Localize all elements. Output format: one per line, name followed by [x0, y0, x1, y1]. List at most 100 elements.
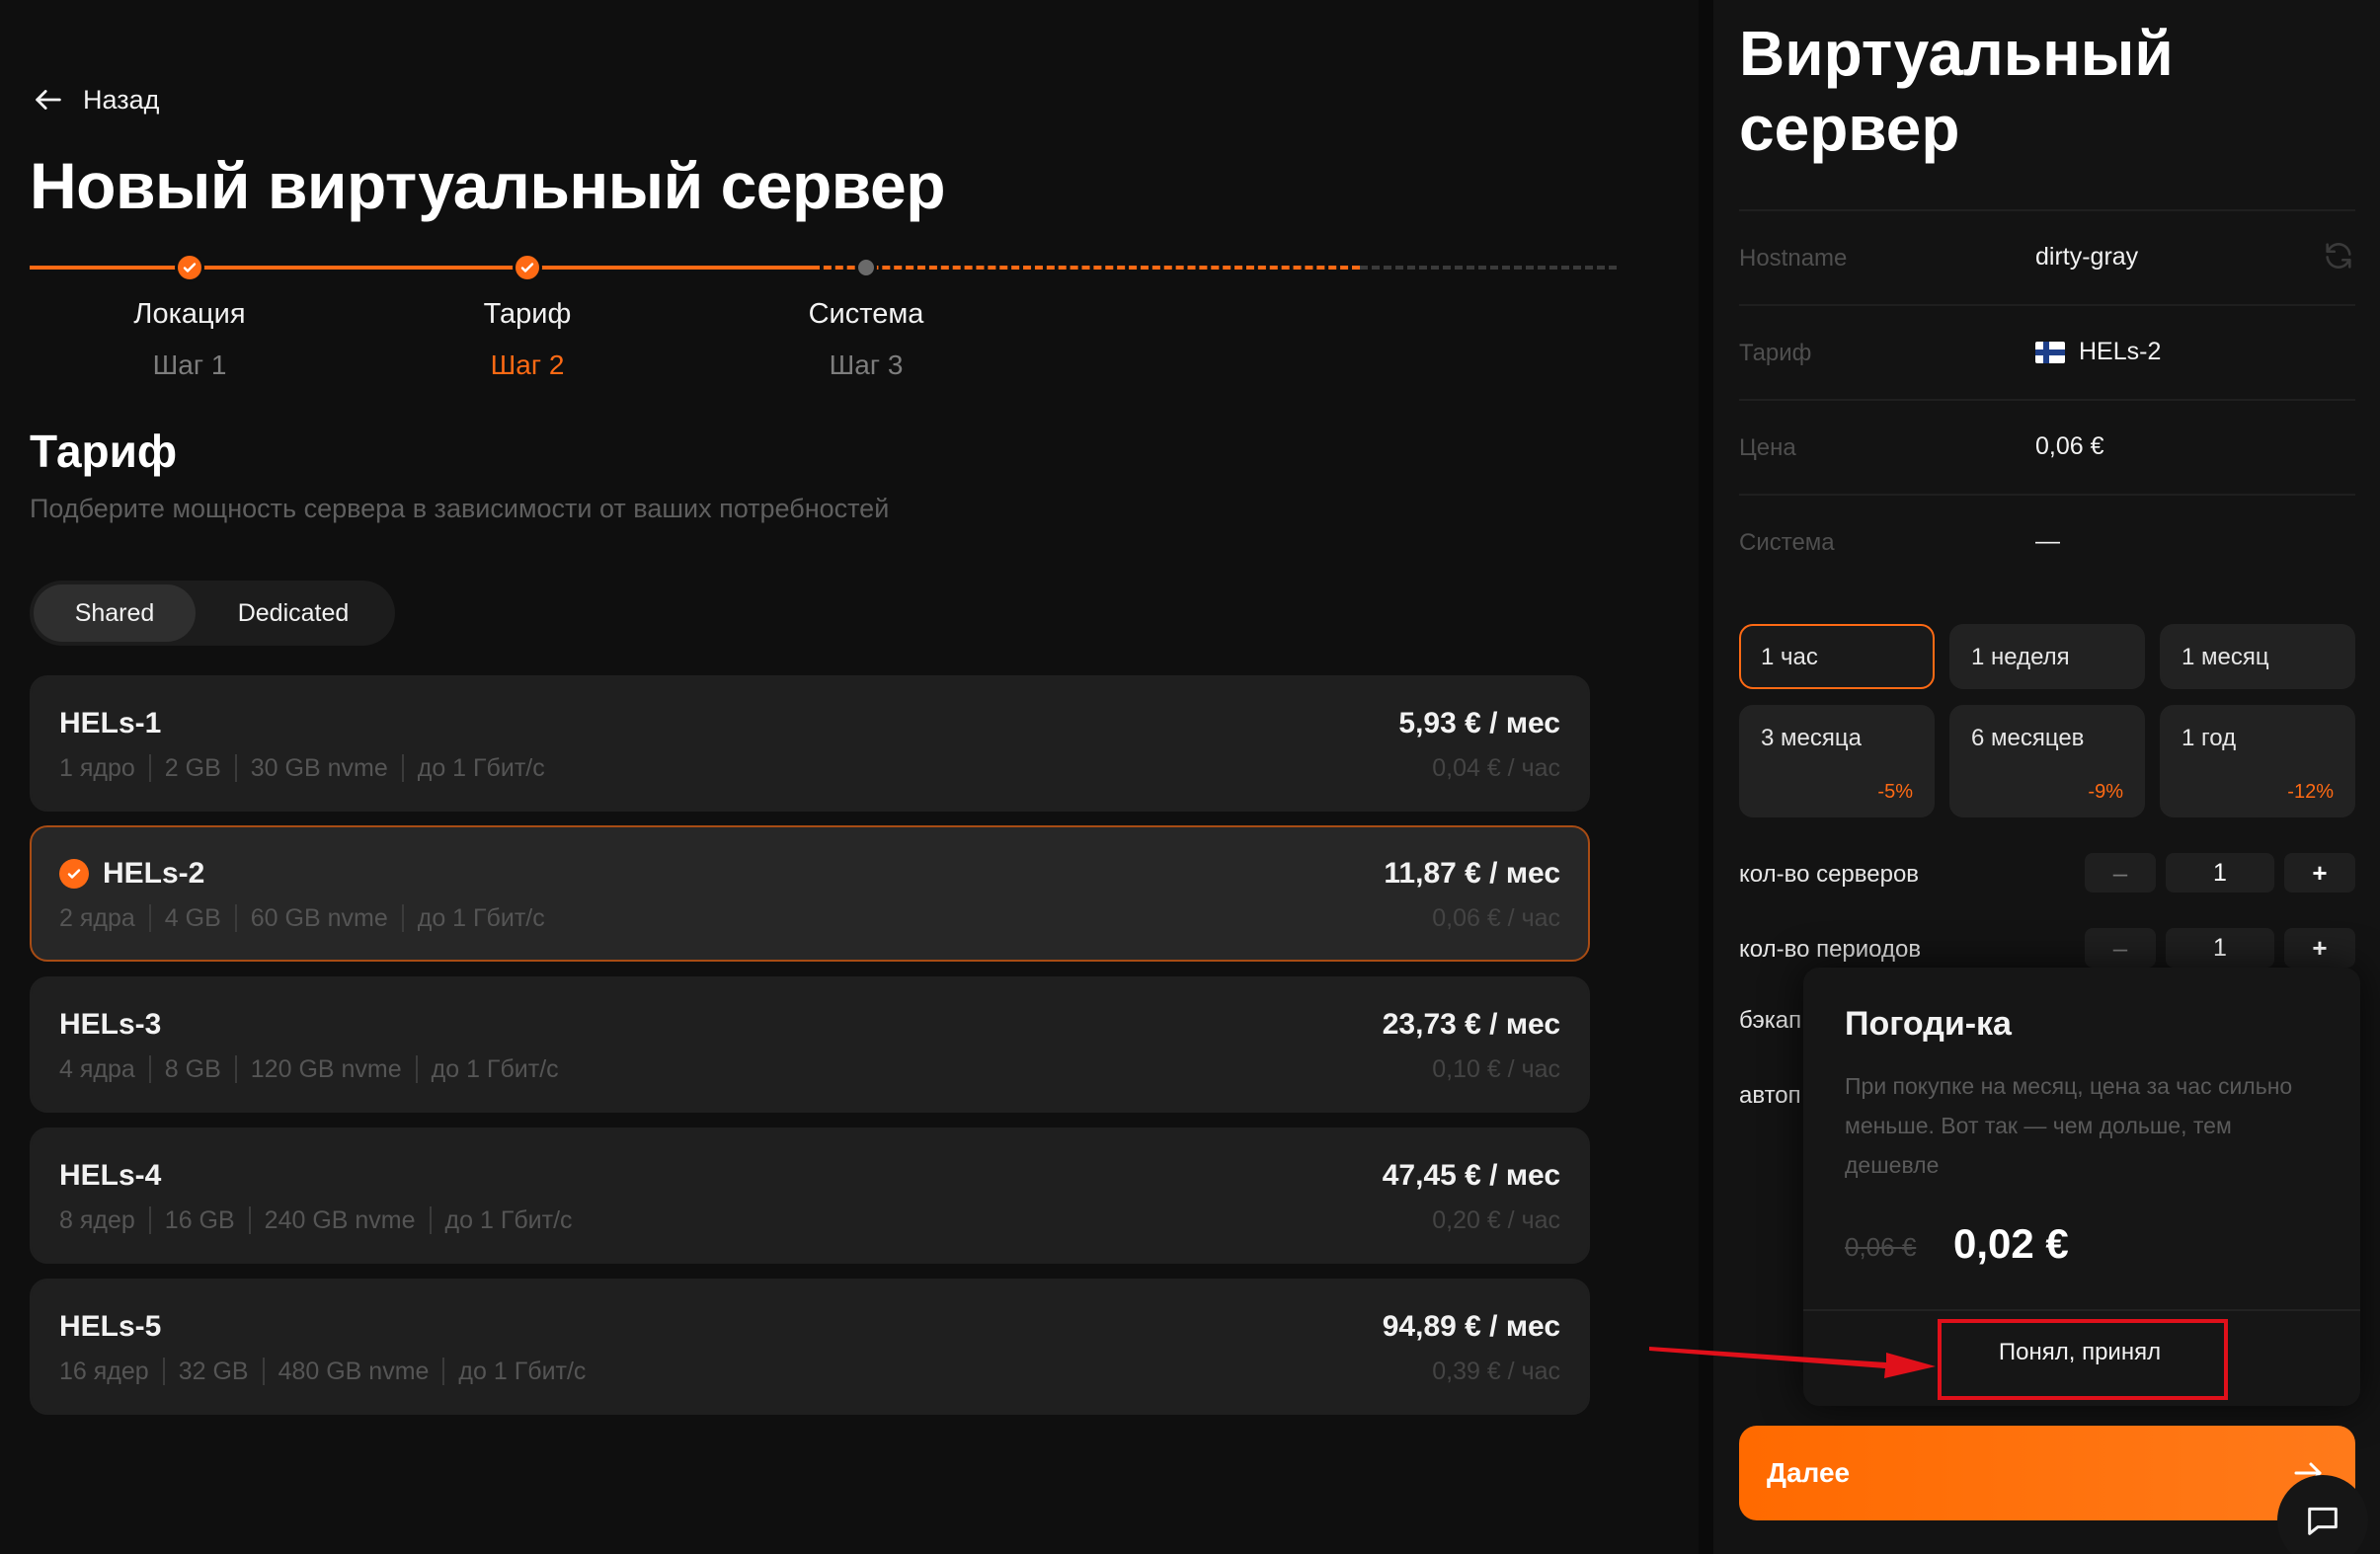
plan-hour-price: 0,06 € / час — [1432, 904, 1560, 932]
plan-cpu: 8 ядер — [59, 1206, 135, 1234]
plan-hour-price: 0,20 € / час — [1432, 1206, 1560, 1234]
page-title: Новый виртуальный сервер — [30, 149, 946, 222]
period-1-hour[interactable]: 1 час — [1739, 624, 1935, 689]
period-discount: -5% — [1877, 781, 1913, 803]
servers-minus-button[interactable]: – — [2085, 853, 2156, 893]
plan-ram: 16 GB — [148, 1206, 249, 1234]
plan-net: до 1 Гбит/с — [442, 1358, 599, 1385]
finland-flag-icon — [2035, 341, 2065, 363]
plan-cpu: 1 ядро — [59, 754, 135, 782]
servers-plus-button[interactable]: + — [2284, 853, 2355, 893]
row-value: — — [2035, 527, 2060, 555]
main-content: Назад Новый виртуальный сервер Локация Ш… — [0, 0, 1699, 1554]
plan-disk: 480 GB nvme — [262, 1358, 443, 1385]
period-1-year[interactable]: 1 год -12% — [2160, 705, 2355, 817]
popup-text: При покупке на месяц, цена за час сильно… — [1845, 1073, 2293, 1178]
period-label: 1 месяц — [2182, 644, 2269, 670]
tariff-subtitle: Подберите мощность сервера в зависимости… — [30, 494, 890, 523]
plan-ram: 4 GB — [148, 904, 235, 932]
plan-hour-price: 0,04 € / час — [1432, 754, 1560, 782]
period-discount: -9% — [2088, 781, 2123, 803]
period-label: 6 месяцев — [1971, 725, 2085, 751]
plan-disk: 60 GB nvme — [234, 904, 402, 932]
periods-minus-button[interactable]: – — [2085, 928, 2156, 968]
periods-count-input[interactable]: 1 — [2166, 928, 2274, 968]
plan-cpu: 4 ядра — [59, 1055, 135, 1083]
period-1-week[interactable]: 1 неделя — [1949, 624, 2145, 689]
step-2-label: Тариф — [483, 298, 572, 330]
period-label: 1 неделя — [1971, 644, 2070, 670]
plan-name: HELs-3 — [59, 1008, 162, 1041]
servers-count-input[interactable]: 1 — [2166, 853, 2274, 893]
stepper: Локация Шаг 1 Тариф Шаг 2 Система Шаг 3 — [30, 237, 1617, 395]
plan-name: HELs-2 — [103, 857, 205, 890]
plan-card-hels-2[interactable]: HELs-2 2 ядра 4 GB 60 GB nvme до 1 Гбит/… — [30, 825, 1590, 962]
servers-label: кол-во серверов — [1739, 861, 1920, 888]
plan-ram: 32 GB — [162, 1358, 263, 1385]
popup-new-price: 0,02 € — [1953, 1220, 2069, 1267]
plan-cpu: 2 ядра — [59, 904, 135, 932]
toggle-dedicated[interactable]: Dedicated — [196, 584, 391, 642]
plan-disk: 120 GB nvme — [234, 1055, 416, 1083]
plan-net: до 1 Гбит/с — [401, 904, 559, 932]
selected-check-icon — [59, 859, 89, 889]
stepper-line-pending — [1360, 266, 1617, 270]
plan-hour-price: 0,10 € / час — [1432, 1055, 1560, 1083]
step-2-sub: Шаг 2 — [490, 350, 565, 380]
period-label: 1 год — [2182, 725, 2237, 751]
plan-card-hels-5[interactable]: HELs-5 16 ядер 32 GB 480 GB nvme до 1 Гб… — [30, 1279, 1590, 1415]
periods-plus-button[interactable]: + — [2284, 928, 2355, 968]
popup-old-price: 0,06 € — [1845, 1232, 1917, 1262]
row-key: Цена — [1739, 434, 1796, 461]
plan-cpu: 16 ядер — [59, 1358, 149, 1385]
chat-icon — [2308, 1507, 2338, 1535]
refresh-icon[interactable] — [2322, 239, 2355, 272]
plan-price: 94,89 € / мес — [1382, 1310, 1560, 1343]
tariff-title: Тариф — [30, 426, 178, 477]
period-discount: -12% — [2287, 781, 2334, 803]
periods-counter: кол-во периодов – 1 + — [1739, 928, 2355, 971]
summary-row-system: Система — — [1739, 494, 2355, 588]
step-3-label: Система — [808, 298, 924, 330]
plan-net: до 1 Гбит/с — [429, 1206, 587, 1234]
plan-disk: 240 GB nvme — [248, 1206, 430, 1234]
plan-price: 23,73 € / мес — [1382, 1008, 1560, 1041]
next-label: Далее — [1767, 1457, 1851, 1488]
plan-price: 11,87 € / мес — [1384, 857, 1560, 890]
plan-net: до 1 Гбит/с — [415, 1055, 573, 1083]
plan-disk: 30 GB nvme — [234, 754, 402, 782]
plan-card-hels-4[interactable]: HELs-4 8 ядер 16 GB 240 GB nvme до 1 Гби… — [30, 1127, 1590, 1264]
period-1-month[interactable]: 1 месяц — [2160, 624, 2355, 689]
period-6-months[interactable]: 6 месяцев -9% — [1949, 705, 2145, 817]
backup-label: бэкап — [1739, 1007, 1802, 1034]
plan-type-toggle: Shared Dedicated — [30, 581, 395, 646]
panel-divider — [1699, 0, 1713, 1554]
row-key: Hostname — [1739, 245, 1848, 272]
back-label: Назад — [83, 84, 160, 115]
plan-net: до 1 Гбит/с — [401, 754, 559, 782]
plan-card-hels-3[interactable]: HELs-3 4 ядра 8 GB 120 GB nvme до 1 Гбит… — [30, 976, 1590, 1113]
plan-name: HELs-1 — [59, 707, 162, 739]
plan-price: 47,45 € / мес — [1382, 1159, 1560, 1192]
servers-counter: кол-во серверов – 1 + — [1739, 853, 2355, 896]
next-button[interactable]: Далее — [1739, 1426, 2355, 1520]
row-value: dirty-gray — [2035, 243, 2139, 271]
row-value: HELs-2 — [2079, 338, 2162, 365]
plan-name: HELs-4 — [59, 1159, 162, 1192]
period-3-months[interactable]: 3 месяца -5% — [1739, 705, 1935, 817]
toggle-shared[interactable]: Shared — [34, 584, 196, 642]
row-value: 0,06 € — [2035, 432, 2104, 460]
period-label: 1 час — [1761, 644, 1818, 670]
plan-price: 5,93 € / мес — [1398, 707, 1560, 739]
step-2-check-icon — [513, 253, 542, 282]
summary-row-price: Цена 0,06 € — [1739, 399, 2355, 494]
row-key: Система — [1739, 529, 1835, 556]
step-1-label: Локация — [133, 298, 246, 330]
annotation-arrow-icon — [1649, 1347, 1936, 1378]
step-1-check-icon — [175, 253, 204, 282]
plan-card-hels-1[interactable]: HELs-1 1 ядро 2 GB 30 GB nvme до 1 Гбит/… — [30, 675, 1590, 812]
back-link[interactable]: Назад — [32, 83, 159, 117]
autopay-label: автоп — [1739, 1082, 1801, 1109]
annotation-highlight-box — [1938, 1319, 2228, 1400]
arrow-left-icon — [36, 90, 61, 110]
